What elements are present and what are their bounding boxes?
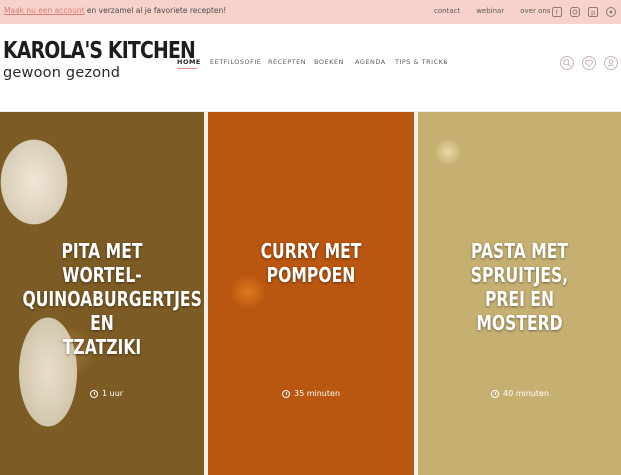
user-icon[interactable] xyxy=(604,56,618,70)
site-header: KAROLA'S KITCHEN gewoon gezond HOME EETF… xyxy=(0,24,621,112)
clock-icon xyxy=(282,389,290,398)
top-link-webinar[interactable]: webinar xyxy=(476,7,504,15)
recipe-title-line: PITA MET WORTEL- xyxy=(61,239,143,287)
logo-subtitle: gewoon gezond xyxy=(3,65,121,81)
nav-active-underline xyxy=(177,68,197,69)
recipe-card-curry[interactable]: CURRY MET POMPOEN 35 minuten xyxy=(208,112,414,475)
clock-icon xyxy=(90,389,98,398)
chevron-down-icon[interactable]: ⌄ xyxy=(442,57,448,65)
nav-recepten[interactable]: RECEPTEN xyxy=(268,58,306,66)
recipe-time-pita: 1 uur xyxy=(90,389,123,398)
logo-title[interactable]: KAROLA'S KITCHEN xyxy=(3,38,196,64)
recipe-photo-curry xyxy=(208,112,414,475)
recipe-title-pasta[interactable]: PASTA MET SPRUITJES, PREI EN MOSTERD xyxy=(440,239,598,335)
recipe-title-line: QUINOABURGERTJES EN xyxy=(22,287,202,335)
promo-text: en verzamel al je favoriete recepten! xyxy=(84,6,227,15)
recipe-time-label: 40 minuten xyxy=(503,389,550,398)
clock-icon xyxy=(491,389,499,398)
nav-home[interactable]: HOME xyxy=(177,58,201,66)
nav-tips-tricks[interactable]: TIPS & TRICKS xyxy=(395,58,448,66)
pinterest-icon[interactable]: p xyxy=(588,7,598,17)
recipe-title-curry[interactable]: CURRY MET POMPOEN xyxy=(231,239,392,287)
recipe-title-line: PREI EN MOSTERD xyxy=(476,287,563,335)
recipe-time-pasta: 40 minuten xyxy=(491,389,549,398)
recipe-card-pasta[interactable]: PASTA MET SPRUITJES, PREI EN MOSTERD 40 … xyxy=(418,112,621,475)
top-link-contact[interactable]: contact xyxy=(434,7,460,15)
nav-boeken[interactable]: BOEKEN xyxy=(314,58,344,66)
recipe-time-label: 35 minuten xyxy=(294,389,341,398)
heart-icon[interactable] xyxy=(582,56,596,70)
recipe-time-label: 1 uur xyxy=(102,389,124,398)
top-links: contact webinar over ons xyxy=(434,7,566,15)
nav-eetfilosofie[interactable]: EETFILOSOFIE xyxy=(210,58,261,66)
nav-agenda[interactable]: AGENDA xyxy=(355,58,386,66)
top-link-over-ons[interactable]: over ons xyxy=(520,7,550,15)
account-promo: Maak nu een account en verzamel al je fa… xyxy=(4,6,226,15)
recipe-title-line: PASTA MET SPRUITJES, xyxy=(470,239,569,287)
recipe-title-line: TZATZIKI xyxy=(62,335,142,359)
svg-text:p: p xyxy=(591,9,596,16)
create-account-link[interactable]: Maak nu een account xyxy=(4,6,85,15)
recipe-title-line: CURRY MET POMPOEN xyxy=(260,239,362,287)
svg-text:f: f xyxy=(556,9,559,16)
instagram-icon[interactable] xyxy=(570,7,580,17)
recipe-title-pita[interactable]: PITA MET WORTEL- QUINOABURGERTJES EN TZA… xyxy=(22,239,202,359)
recipe-card-pita[interactable]: PITA MET WORTEL- QUINOABURGERTJES EN TZA… xyxy=(0,112,204,475)
search-icon[interactable] xyxy=(560,56,574,70)
recipe-time-curry: 35 minuten xyxy=(282,389,340,398)
top-bar: Maak nu een account en verzamel al je fa… xyxy=(0,0,621,24)
facebook-icon[interactable]: f xyxy=(552,7,562,17)
other-social-icon[interactable] xyxy=(606,7,616,17)
